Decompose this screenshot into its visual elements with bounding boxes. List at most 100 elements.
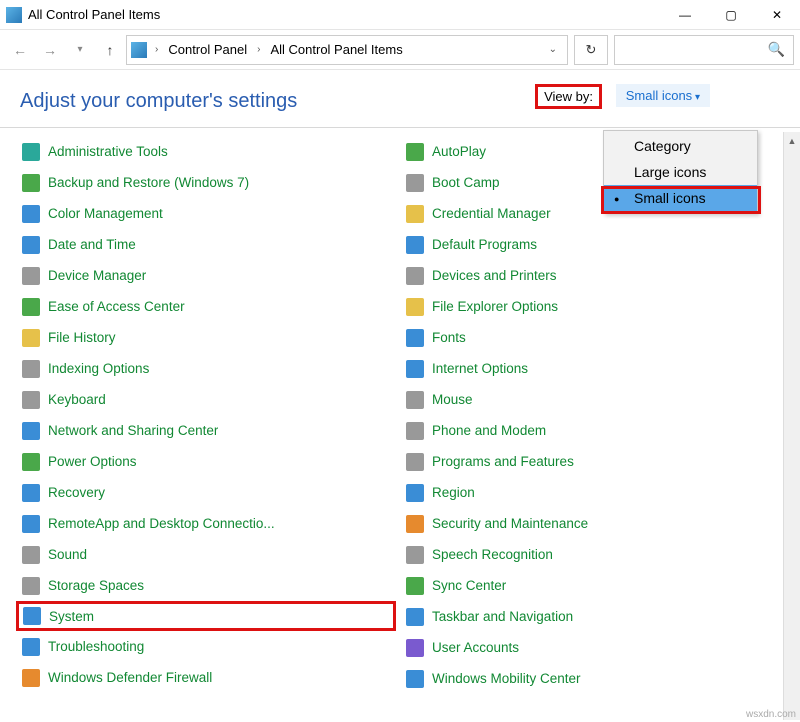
item-file-history[interactable]: File History [20, 322, 396, 353]
item-programs-and-features[interactable]: Programs and Features [404, 446, 780, 477]
scroll-up-arrow[interactable]: ▲ [784, 132, 800, 149]
page-title: Adjust your computer's settings [20, 90, 297, 113]
vertical-scrollbar[interactable]: ▲ [783, 132, 800, 720]
sound-icon [22, 546, 40, 564]
item-keyboard[interactable]: Keyboard [20, 384, 396, 415]
power-options-icon [22, 453, 40, 471]
breadcrumb-control-panel[interactable]: Control Panel [166, 42, 249, 57]
item-taskbar-and-navigation[interactable]: Taskbar and Navigation [404, 601, 780, 632]
item-administrative-tools[interactable]: Administrative Tools [20, 136, 396, 167]
file-explorer-options-icon [406, 298, 424, 316]
administrative-tools-icon [22, 143, 40, 161]
ease-of-access-icon [22, 298, 40, 316]
maximize-button[interactable]: ▢ [708, 0, 754, 30]
view-by-menu: Category Large icons Small icons [603, 130, 758, 214]
item-system[interactable]: System [16, 601, 396, 631]
item-windows-defender-firewall[interactable]: Windows Defender Firewall [20, 662, 396, 688]
credential-manager-icon [406, 205, 424, 223]
backup-restore-icon [22, 174, 40, 192]
taskbar-navigation-icon [406, 608, 424, 626]
item-file-explorer-options[interactable]: File Explorer Options [404, 291, 780, 322]
region-icon [406, 484, 424, 502]
address-icon [131, 42, 147, 58]
item-network-sharing[interactable]: Network and Sharing Center [20, 415, 396, 446]
recovery-icon [22, 484, 40, 502]
devices-printers-icon [406, 267, 424, 285]
item-windows-mobility-center[interactable]: Windows Mobility Center [404, 663, 780, 688]
view-by-dropdown[interactable]: Small icons [616, 84, 710, 107]
item-sound[interactable]: Sound [20, 539, 396, 570]
address-history-dropdown[interactable]: ⌄ [543, 44, 563, 55]
phone-modem-icon [406, 422, 424, 440]
header-row: Adjust your computer's settings View by:… [0, 70, 800, 128]
item-device-manager[interactable]: Device Manager [20, 260, 396, 291]
item-speech-recognition[interactable]: Speech Recognition [404, 539, 780, 570]
window-system-buttons: — ▢ ✕ [662, 0, 800, 30]
item-ease-of-access[interactable]: Ease of Access Center [20, 291, 396, 322]
mouse-icon [406, 391, 424, 409]
default-programs-icon [406, 236, 424, 254]
item-date-and-time[interactable]: Date and Time [20, 229, 396, 260]
search-input[interactable]: 🔍 [614, 35, 794, 65]
view-by-option-small-icons[interactable]: Small icons [604, 185, 757, 211]
color-management-icon [22, 205, 40, 223]
storage-spaces-icon [22, 577, 40, 595]
chevron-right-icon[interactable]: › [151, 44, 162, 55]
forward-button[interactable]: → [36, 36, 64, 64]
device-manager-icon [22, 267, 40, 285]
item-backup-and-restore[interactable]: Backup and Restore (Windows 7) [20, 167, 396, 198]
item-mouse[interactable]: Mouse [404, 384, 780, 415]
item-phone-and-modem[interactable]: Phone and Modem [404, 415, 780, 446]
titlebar: All Control Panel Items — ▢ ✕ [0, 0, 800, 30]
mobility-center-icon [406, 670, 424, 688]
item-default-programs[interactable]: Default Programs [404, 229, 780, 260]
refresh-button[interactable]: ↻ [574, 35, 608, 65]
view-by-option-large-icons[interactable]: Large icons [604, 159, 757, 185]
autoplay-icon [406, 143, 424, 161]
fonts-icon [406, 329, 424, 347]
item-internet-options[interactable]: Internet Options [404, 353, 780, 384]
sync-center-icon [406, 577, 424, 595]
item-power-options[interactable]: Power Options [20, 446, 396, 477]
up-button[interactable]: ↑ [96, 36, 124, 64]
programs-features-icon [406, 453, 424, 471]
item-remoteapp[interactable]: RemoteApp and Desktop Connectio... [20, 508, 396, 539]
network-sharing-icon [22, 422, 40, 440]
back-button[interactable]: ← [6, 36, 34, 64]
file-history-icon [22, 329, 40, 347]
internet-options-icon [406, 360, 424, 378]
item-indexing-options[interactable]: Indexing Options [20, 353, 396, 384]
firewall-icon [22, 669, 40, 687]
navigation-bar: ← → ▾ ↑ › Control Panel › All Control Pa… [0, 30, 800, 70]
item-fonts[interactable]: Fonts [404, 322, 780, 353]
chevron-right-icon[interactable]: › [253, 44, 264, 55]
remoteapp-icon [22, 515, 40, 533]
item-sync-center[interactable]: Sync Center [404, 570, 780, 601]
keyboard-icon [22, 391, 40, 409]
view-by-option-category[interactable]: Category [604, 133, 757, 159]
close-button[interactable]: ✕ [754, 0, 800, 30]
item-user-accounts[interactable]: User Accounts [404, 632, 780, 663]
user-accounts-icon [406, 639, 424, 657]
item-color-management[interactable]: Color Management [20, 198, 396, 229]
breadcrumb-all-items[interactable]: All Control Panel Items [268, 42, 404, 57]
window-title: All Control Panel Items [28, 7, 160, 22]
item-devices-and-printers[interactable]: Devices and Printers [404, 260, 780, 291]
boot-camp-icon [406, 174, 424, 192]
item-region[interactable]: Region [404, 477, 780, 508]
view-by-label: View by: [535, 84, 602, 109]
system-icon [23, 607, 41, 625]
item-troubleshooting[interactable]: Troubleshooting [20, 631, 396, 662]
watermark: wsxdn.com [746, 709, 796, 720]
recent-locations-button[interactable]: ▾ [66, 36, 94, 64]
item-recovery[interactable]: Recovery [20, 477, 396, 508]
address-bar[interactable]: › Control Panel › All Control Panel Item… [126, 35, 568, 65]
search-icon: 🔍 [768, 41, 785, 58]
troubleshooting-icon [22, 638, 40, 656]
item-storage-spaces[interactable]: Storage Spaces [20, 570, 396, 601]
security-maintenance-icon [406, 515, 424, 533]
item-security-and-maintenance[interactable]: Security and Maintenance [404, 508, 780, 539]
date-time-icon [22, 236, 40, 254]
minimize-button[interactable]: — [662, 0, 708, 30]
control-panel-icon [6, 7, 22, 23]
